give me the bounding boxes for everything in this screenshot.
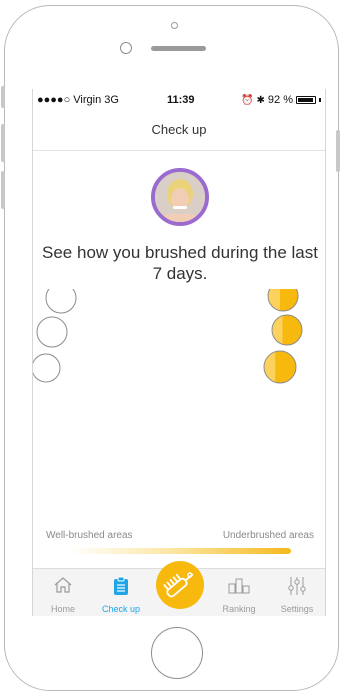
tab-ranking[interactable]: Ranking: [211, 569, 267, 616]
navigation-bar: Check up: [33, 109, 325, 151]
status-bar: ●●●●○ Virgin 3G 11:39 ⏰ ✱ 92 %: [33, 89, 325, 109]
check-up-heading: See how you brushed during the last 7 da…: [42, 243, 318, 283]
avatar[interactable]: [151, 168, 209, 226]
tab-check-up[interactable]: Check up: [93, 569, 149, 616]
alarm-icon: ⏰: [241, 94, 254, 106]
power-button: [336, 130, 340, 172]
tab-settings[interactable]: Settings: [269, 569, 325, 616]
battery-icon: [296, 96, 316, 104]
proximity-sensor: [171, 22, 178, 29]
tab-home[interactable]: Home: [35, 569, 91, 616]
status-right-group: ⏰ ✱ 92 %: [241, 94, 321, 106]
brushing-scale-bar: [69, 548, 291, 554]
legend-well-brushed: Well-brushed areas: [46, 530, 133, 541]
tab-home-label: Home: [50, 604, 75, 614]
page-title: Check up: [151, 122, 207, 137]
home-button[interactable]: [151, 627, 203, 679]
clipboard-icon: [114, 576, 128, 595]
volume-up-button: [1, 124, 5, 162]
battery-level: [298, 98, 313, 102]
toothbrush-icon: [163, 572, 194, 598]
tooth-upper-left-1: [33, 353, 61, 383]
tab-ranking-label: Ranking: [222, 604, 256, 614]
legend-underbrushed: Underbrushed areas: [222, 530, 314, 541]
tab-check-up-label: Check up: [101, 604, 141, 614]
settings-sliders-icon: [288, 577, 306, 595]
front-camera: [120, 42, 132, 54]
status-time: 11:39: [167, 94, 195, 106]
tooth-upper-left-3: [45, 289, 77, 314]
battery-tip: [319, 98, 321, 102]
bluetooth-icon: ✱: [256, 94, 265, 106]
ranking-icon: [228, 578, 250, 594]
earpiece-speaker: [151, 46, 206, 51]
tooth-upper-right-8: [263, 350, 297, 384]
start-brushing-button[interactable]: [156, 561, 204, 609]
teeth-map: [33, 289, 303, 384]
silent-switch: [1, 86, 5, 108]
tooth-upper-right-6: [267, 289, 299, 312]
carrier-signal: ●●●●○ Virgin 3G: [37, 94, 119, 106]
battery-percent: 92 %: [267, 94, 293, 106]
tab-settings-label: Settings: [280, 604, 314, 614]
app-screen: ●●●●○ Virgin 3G 11:39 ⏰ ✱ 92 % Check up …: [32, 89, 326, 616]
home-icon: [54, 577, 72, 593]
tooth-upper-left-2: [36, 316, 68, 348]
avatar-photo: [155, 172, 205, 222]
tooth-upper-right-7: [271, 314, 303, 346]
volume-down-button: [1, 171, 5, 209]
